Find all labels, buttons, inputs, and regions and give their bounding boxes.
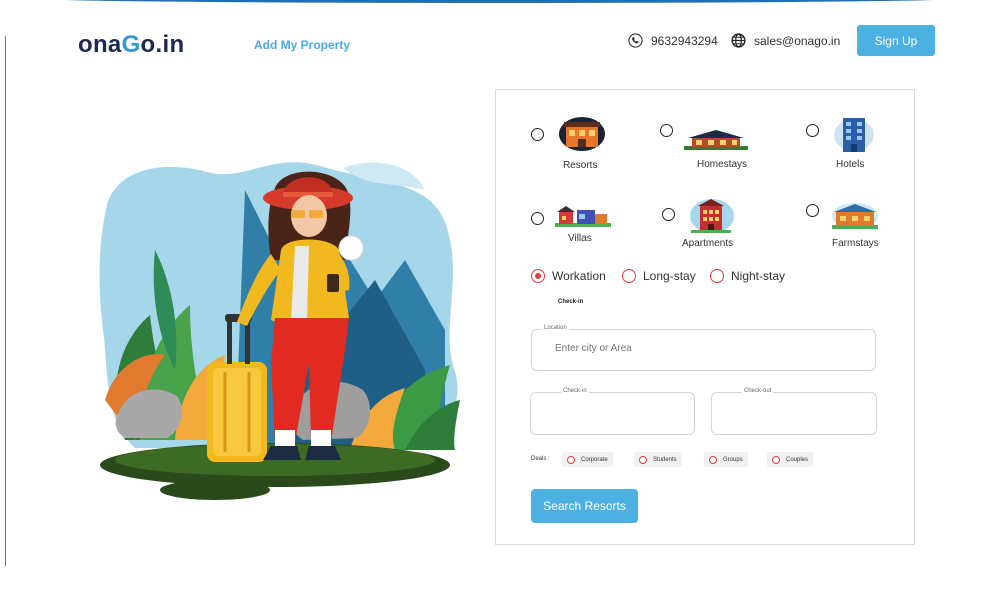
email-contact[interactable]: sales@onago.in — [731, 33, 840, 48]
night-stay-label: Night-stay — [731, 269, 786, 283]
students-radio[interactable] — [639, 455, 647, 464]
homestay-icon — [684, 130, 748, 150]
search-panel: Resorts Homestays Hotels Villas Apartmen… — [495, 89, 915, 545]
property-option-apartments[interactable]: Apartments — [662, 199, 734, 249]
checkout-label: Check-out — [742, 388, 774, 394]
logo-text-1: ona — [78, 31, 122, 58]
resort-icon — [559, 117, 605, 151]
apartments-radio[interactable] — [662, 208, 675, 221]
stay-option-long-stay[interactable]: Long-stay — [622, 269, 696, 283]
students-label: Students — [653, 456, 677, 463]
hotel-icon — [834, 118, 874, 152]
homestays-radio[interactable] — [660, 124, 673, 137]
location-label: Location — [542, 325, 569, 331]
traveller-illustration — [99, 162, 460, 500]
search-resorts-button[interactable]: Search Resorts — [531, 489, 638, 523]
logo-text-2: G — [121, 31, 141, 58]
checkin-input[interactable] — [541, 407, 681, 418]
resorts-label: Resorts — [563, 160, 598, 171]
property-option-villas[interactable]: Villas — [531, 206, 611, 244]
farmstay-icon — [832, 203, 878, 229]
villa-icon — [555, 206, 611, 227]
signup-button[interactable]: Sign Up — [857, 25, 935, 56]
property-option-homestays[interactable]: Homestays — [660, 124, 748, 170]
globe-icon — [731, 33, 746, 48]
stay-option-workation[interactable]: Workation — [531, 269, 606, 283]
couples-radio[interactable] — [772, 455, 780, 464]
corporate-radio[interactable] — [567, 455, 575, 464]
groups-label: Groups — [723, 456, 743, 463]
site-logo[interactable]: onaGo.in — [78, 31, 184, 59]
phone-icon — [628, 33, 643, 48]
workation-label: Workation — [552, 269, 606, 283]
checkout-field[interactable]: Check-out — [711, 388, 877, 435]
workation-radio[interactable] — [531, 269, 545, 283]
villas-label: Villas — [568, 233, 592, 244]
villas-radio[interactable] — [531, 212, 544, 225]
deal-couples[interactable]: Couples — [767, 452, 814, 467]
groups-radio[interactable] — [709, 455, 717, 464]
resorts-radio[interactable] — [531, 128, 544, 141]
deal-students[interactable]: Students — [634, 452, 682, 467]
left-border-line — [5, 36, 6, 566]
phone-number: 9632943294 — [651, 33, 718, 48]
checkin-caption: Check-in — [558, 299, 584, 305]
phone-contact[interactable]: 9632943294 — [628, 33, 718, 48]
apartments-label: Apartments — [682, 238, 734, 249]
checkin-field[interactable]: Check-in — [530, 388, 695, 435]
logo-text-3: o.in — [140, 31, 185, 58]
property-option-farmstays[interactable]: Farmstays — [806, 203, 879, 249]
checkout-input[interactable] — [722, 407, 862, 418]
corporate-label: Corporate — [581, 456, 608, 463]
property-option-hotels[interactable]: Hotels — [806, 118, 874, 170]
stay-option-night-stay[interactable]: Night-stay — [710, 269, 785, 283]
homestays-label: Homestays — [697, 159, 748, 170]
email-address: sales@onago.in — [754, 33, 841, 48]
deals-label: Deals : — [531, 456, 550, 462]
long-stay-label: Long-stay — [643, 269, 696, 283]
property-option-resorts[interactable]: Resorts — [531, 117, 605, 171]
hotels-label: Hotels — [836, 159, 865, 170]
location-input[interactable] — [555, 343, 855, 354]
long-stay-radio[interactable] — [622, 269, 636, 283]
couples-label: Couples — [786, 456, 809, 463]
deal-groups[interactable]: Groups — [704, 452, 748, 467]
location-field[interactable]: Location — [531, 325, 876, 371]
apartment-icon — [690, 199, 734, 233]
night-stay-radio[interactable] — [710, 269, 724, 283]
deal-corporate[interactable]: Corporate — [562, 452, 613, 467]
farmstays-radio[interactable] — [806, 204, 819, 217]
hotels-radio[interactable] — [806, 124, 819, 137]
farmstays-label: Farmstays — [832, 238, 879, 249]
site-header: onaGo.in Add My Property 9632943294 sale… — [0, 0, 1000, 90]
checkin-label: Check-in — [561, 388, 589, 394]
add-property-link[interactable]: Add My Property — [254, 38, 350, 52]
